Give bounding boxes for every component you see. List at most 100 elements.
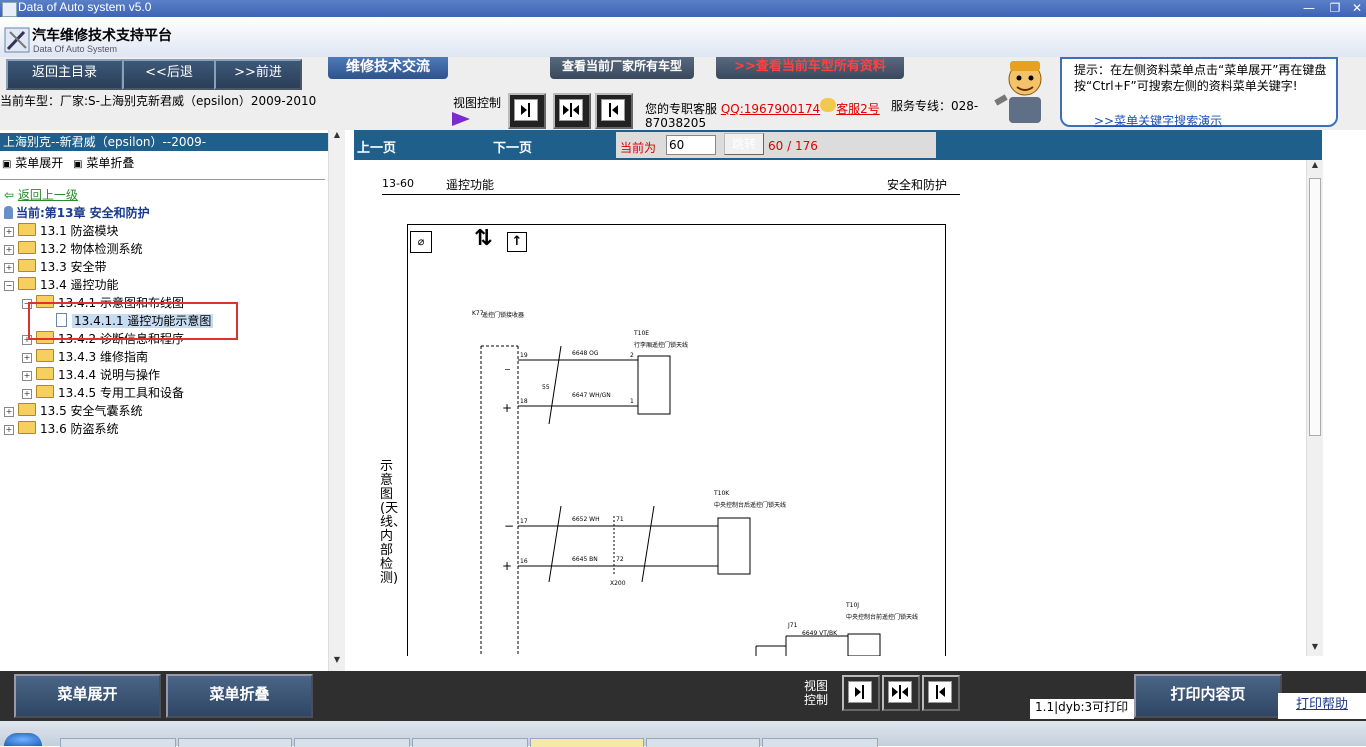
conn-k77-desc: 遥控门锁接收器 [482,312,525,319]
scroll-up-icon[interactable]: ▲ [1307,160,1323,174]
tree-item[interactable]: +13.6 防盗系统 [4,420,119,438]
highlight-box [28,302,238,340]
tree-item[interactable]: +13.2 物体检测系统 [4,240,143,258]
app-header: 汽车维修技术支持平台 Data Of Auto System [0,17,1366,57]
wrench-logo-icon [4,27,30,53]
page-nav-bar: 上一页 下一页 当前为 跳转 60 / 176 [354,130,1322,160]
svg-text:+: + [502,401,512,415]
expand-node-icon[interactable]: + [22,371,32,381]
jump-button[interactable]: 跳转 [724,133,764,155]
tip-link[interactable]: >>菜单关键字搜索演示 [1094,112,1222,129]
bottom-view-center-button[interactable] [882,675,920,711]
view-left-button[interactable] [508,93,546,129]
back-button[interactable]: <<后退 [122,59,216,90]
folder-icon [18,223,36,236]
splice-55: 55 [542,384,550,391]
svg-text:+: + [502,559,512,573]
pin-19: 19 [520,352,528,359]
hotline-text: 服务专线：028-87038205 [645,99,979,130]
app-icon [2,2,17,17]
view-model-data-button[interactable]: >>查看当前车型所有资料 [716,57,904,79]
tree-item[interactable]: +13.1 防盗模块 [4,222,119,240]
conn-t10k: T10K [714,490,730,497]
pin-71: 71 [616,516,624,523]
print-help-link[interactable]: 打印帮助 [1278,693,1366,719]
tech-exchange-button[interactable]: 维修技术交流 [328,57,448,79]
scroll-down-icon[interactable]: ▼ [329,655,345,669]
tree-item-label: 13.4.5 专用工具和设备 [58,386,184,400]
menu-controls: ▣ 菜单展开 ▣ 菜单折叠 [2,154,134,171]
tree-item[interactable]: +13.5 安全气囊系统 [4,402,143,420]
collapse-node-icon[interactable]: − [4,281,14,291]
svg-text:−: − [504,519,514,533]
fit-left-icon [848,681,872,703]
tree-item[interactable]: +13.4.3 维修指南 [22,348,148,366]
scroll-thumb[interactable] [1309,178,1321,436]
wire-6647: 6647 WH/GN [572,392,611,399]
expand-icon: ▣ [2,159,12,170]
back-up-link[interactable]: 返回上一级 [18,188,78,202]
wire-6645: 6645 BN [572,556,598,563]
minimize-icon[interactable]: — [1296,0,1322,16]
start-button-icon[interactable] [4,733,42,746]
page-jump-box: 当前为 跳转 60 / 176 [616,132,936,158]
pin-1: 1 [630,398,634,405]
current-chapter-label: 当前:第13章 安全和防护 [16,206,150,220]
view-brand-models-button[interactable]: 查看当前厂家所有车型 [550,57,694,79]
fit-right-icon [601,99,625,121]
tree-item[interactable]: +13.4.4 说明与操作 [22,366,160,384]
fit-center-icon [888,681,912,703]
menu-expand-link[interactable]: 菜单展开 [15,156,63,170]
pin-72: 72 [616,556,624,563]
wire-6648: 6648 OG [572,350,599,357]
fit-right-icon [928,681,952,703]
left-scrollbar[interactable]: ▲ ▼ [328,130,345,671]
prev-page-link[interactable]: 上一页 [357,137,396,156]
scroll-up-icon[interactable]: ▲ [329,130,345,144]
tree-item-label: 13.4 遥控功能 [40,278,119,292]
left-menu-panel: 上海别克--新君威（epsilon）--2009- ▣ 菜单展开 ▣ 菜单折叠 … [0,130,345,671]
tree-item-label: 13.4.4 说明与操作 [58,368,160,382]
view-right-button[interactable] [595,93,633,129]
window-title-bar: Data of Auto system v5.0 — ❐ ✕ [0,0,1366,17]
tree-item[interactable]: +13.3 安全带 [4,258,107,276]
close-icon[interactable]: ✕ [1344,0,1366,16]
expand-node-icon[interactable]: + [22,353,32,363]
bottom-view-right-button[interactable] [922,675,960,711]
doc-scrollbar[interactable]: ▲ ▼ [1306,160,1323,656]
bottom-expand-button[interactable]: 菜单展开 [14,674,161,718]
view-center-button[interactable] [553,93,591,129]
wire-6652: 6652 WH [572,516,600,523]
bottom-collapse-button[interactable]: 菜单折叠 [166,674,313,718]
view-control-line2: 控制 [804,693,829,707]
scroll-down-icon[interactable]: ▼ [1307,642,1323,656]
expand-node-icon[interactable]: + [4,425,14,435]
print-button[interactable]: 打印内容页 [1134,674,1282,718]
page-input[interactable] [666,135,716,155]
tree-item[interactable]: +13.4.5 专用工具和设备 [22,384,184,402]
back-arrow-icon: ⇦ [4,188,15,202]
tree-item-label: 13.5 安全气囊系统 [40,404,143,418]
bottom-view-left-button[interactable] [842,675,880,711]
expand-node-icon[interactable]: + [4,227,14,237]
bottom-view-control: 视图 控制 [804,679,828,707]
back-up-row[interactable]: ⇦ 返回上一级 [4,186,78,204]
tree-item[interactable]: − 13.4 遥控功能 [4,276,119,294]
expand-node-icon[interactable]: + [4,245,14,255]
menu-collapse-link[interactable]: 菜单折叠 [86,156,134,170]
expand-node-icon[interactable]: + [4,407,14,417]
tree-item-label: 13.3 安全带 [40,260,107,274]
tree-item-label: 13.2 物体检测系统 [40,242,143,256]
folder-icon [18,421,36,434]
next-page-link[interactable]: 下一页 [493,137,532,156]
app-title: 汽车维修技术支持平台 [32,28,172,44]
os-taskbar [0,721,1366,747]
expand-node-icon[interactable]: + [4,263,14,273]
fit-left-icon [514,99,538,121]
play-arrow-icon [452,112,470,126]
expand-node-icon[interactable]: + [22,389,32,399]
folder-icon [36,367,54,380]
pin-16: 16 [520,558,528,565]
forward-button[interactable]: >>前进 [214,59,302,90]
back-home-button[interactable]: 返回主目录 [6,59,123,90]
